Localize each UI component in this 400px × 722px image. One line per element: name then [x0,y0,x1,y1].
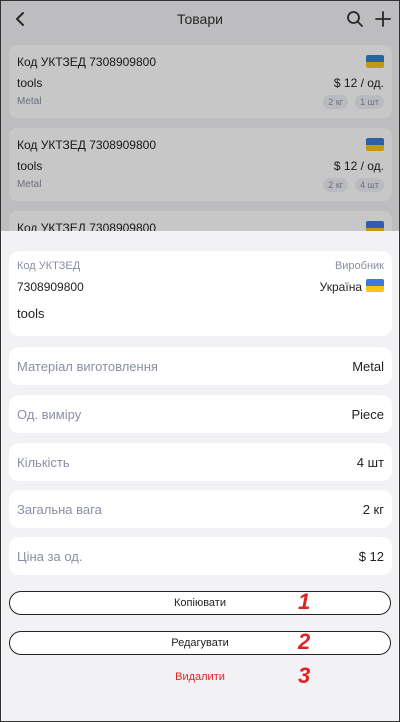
marker-1: 1 [298,589,311,614]
unit-row: Од. виміру Piece [9,395,392,433]
unit-price-row: Ціна за од. $ 12 [9,537,392,575]
quantity-row: Кількість 4 шт [9,443,392,481]
row-key: Ціна за од. [17,549,83,564]
dim-overlay[interactable] [1,1,399,231]
weight-row: Загальна вага 2 кг [9,490,392,528]
row-key: Од. виміру [17,407,82,422]
app-frame: Товари Код УКТЗЕД 7308909800 tools $ 12 … [0,0,400,722]
material-row: Матеріал виготовлення Metal [9,347,392,385]
product-name: tools [17,306,45,321]
code-label: Код УКТЗЕД [17,260,81,272]
row-value: 2 кг [362,502,384,517]
row-value: $ 12 [358,549,384,564]
row-value: Metal [352,359,384,374]
code-value: 7308909800 [17,280,84,294]
marker-3: 3 [298,663,311,688]
product-info-card: Код УКТЗЕД 7308909800 Виробник Україна t… [9,251,392,336]
delete-button[interactable]: Видалити [9,667,391,687]
manufacturer-label: Виробник [334,260,384,272]
row-key: Кількість [17,455,70,470]
row-value: 4 шт [356,455,384,470]
manufacturer-value: Україна [319,280,362,294]
marker-2: 2 [298,629,311,654]
ukraine-flag-icon [366,279,384,292]
row-key: Загальна вага [17,502,102,517]
row-value: Piece [351,407,384,422]
copy-button[interactable]: Копіювати [9,591,391,615]
row-key: Матеріал виготовлення [17,359,158,374]
product-detail-sheet: Код УКТЗЕД 7308909800 Виробник Україна t… [1,231,399,721]
edit-button[interactable]: Редагувати [9,631,391,655]
